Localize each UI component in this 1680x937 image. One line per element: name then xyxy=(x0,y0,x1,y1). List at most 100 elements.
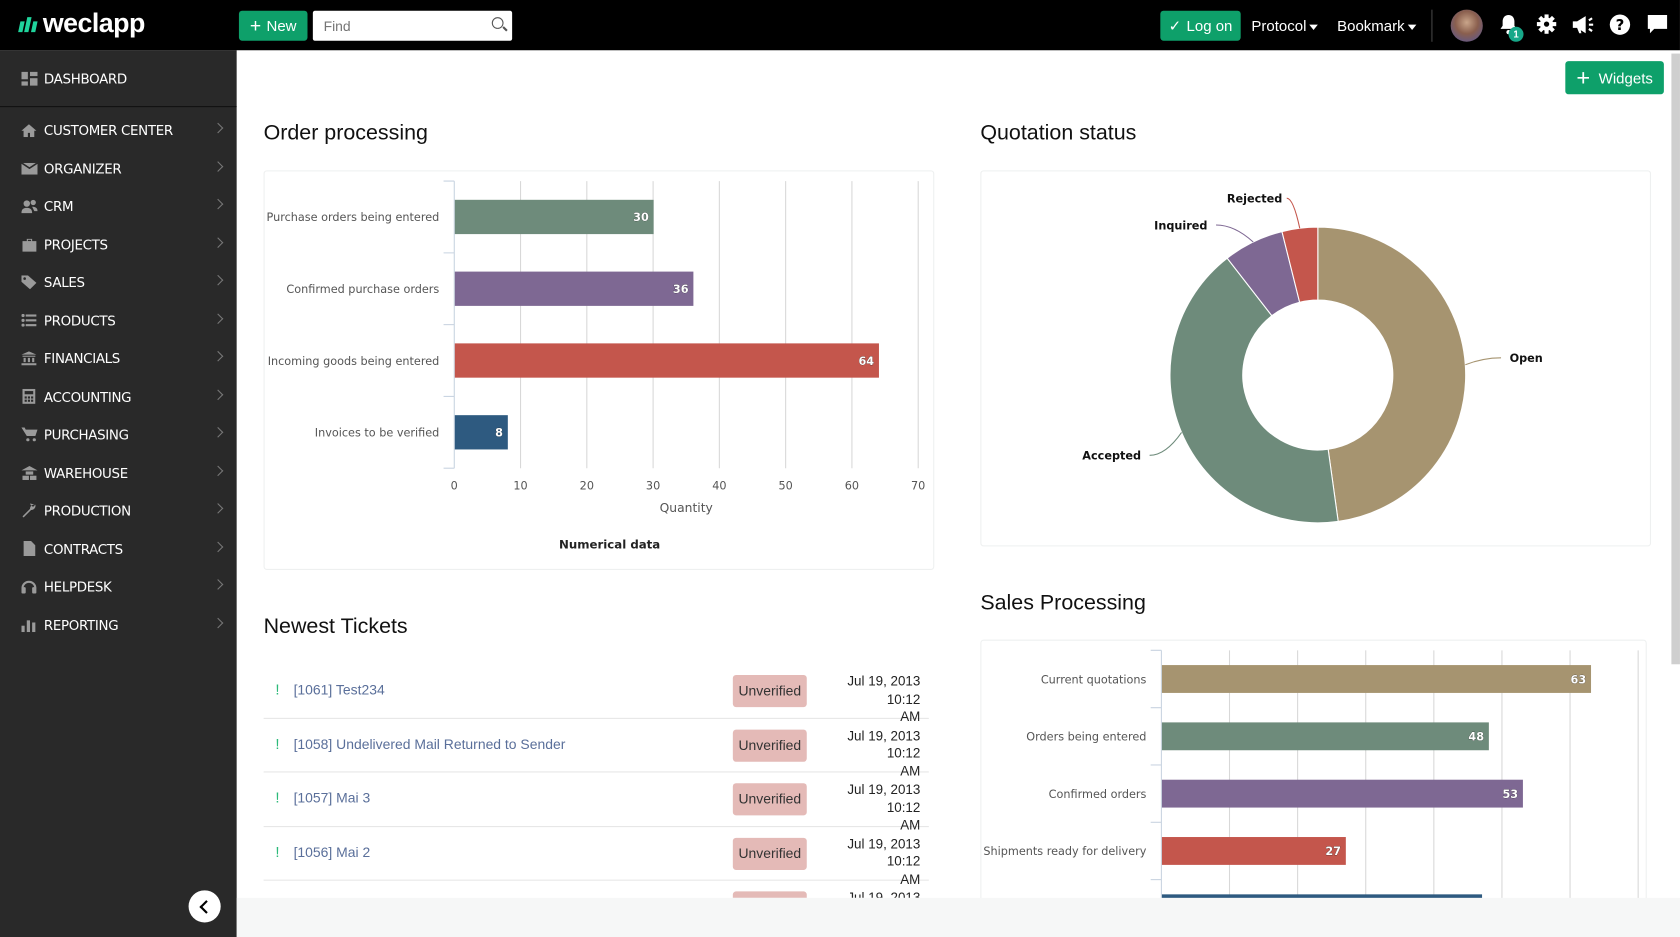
users-icon xyxy=(20,199,37,214)
x-tick-label: 10 xyxy=(513,480,527,493)
search-input[interactable] xyxy=(321,10,487,41)
ticket-row[interactable]: ! [1058] Undelivered Mail Returned to Sen… xyxy=(263,718,929,778)
ticket-status-badge: Unverified xyxy=(732,729,807,762)
sidebar-item-production[interactable]: PRODUCTION xyxy=(0,492,237,530)
scrollbar[interactable] xyxy=(1671,53,1680,665)
ticket-date-line: Jul 19, 2013 10:12 xyxy=(847,728,921,761)
slice-label: Inquired xyxy=(1154,219,1207,232)
sidebar-item-products[interactable]: PRODUCTS xyxy=(0,302,237,340)
svg-text:?: ? xyxy=(1616,16,1625,34)
category-label: Incoming goods being entered xyxy=(268,355,440,368)
ticket-title-link[interactable]: [1057] Mai 3 xyxy=(294,790,371,806)
weclapp-logo[interactable]: weclapp xyxy=(18,9,145,40)
slice-label: Open xyxy=(1510,352,1543,365)
x-tick-label: 50 xyxy=(778,480,792,493)
bookmark-dropdown[interactable]: Bookmark xyxy=(1337,17,1417,34)
priority-icon: ! xyxy=(275,734,280,752)
ticket-date-line: Jul 19, 2013 10:12 xyxy=(847,890,921,898)
search-icon[interactable] xyxy=(491,17,504,29)
data-label: 64 xyxy=(858,355,874,368)
ticket-title-link[interactable]: [1058] Undelivered Mail Returned to Send… xyxy=(294,736,566,752)
connector-line xyxy=(1286,197,1301,229)
home-icon xyxy=(20,123,37,138)
log-on-button[interactable]: ✓ Log on xyxy=(1160,10,1241,41)
protocol-dropdown[interactable]: Protocol xyxy=(1251,17,1319,34)
quotation-status-chart: Open Accepted Inquired Rejected xyxy=(1082,192,1543,524)
chat-icon[interactable] xyxy=(1647,14,1668,35)
data-label: 30 xyxy=(633,211,649,224)
ticket-row[interactable]: ![1055] ...UnverifiedJul 19, 2013 10:12A… xyxy=(264,881,929,898)
megaphone-icon[interactable] xyxy=(1572,14,1594,35)
headset-icon xyxy=(20,579,37,594)
connector-line xyxy=(1149,432,1183,456)
ticket-row[interactable]: ! [1057] Mai 3 Unverified Jul 19, 2013 10:1… xyxy=(263,772,929,832)
new-button-label: New xyxy=(266,17,297,35)
chevron-right-icon xyxy=(212,160,224,172)
chevron-right-icon xyxy=(212,617,224,628)
bar xyxy=(454,271,694,306)
ticket-status-badge: Unverified xyxy=(732,783,807,816)
sidebar-item-helpdesk[interactable]: HELPDESK xyxy=(0,568,237,606)
newest-tickets-title: Newest Tickets xyxy=(263,614,408,639)
sidebar-item-warehouse[interactable]: WAREHOUSE xyxy=(0,454,237,492)
ticket-title-link[interactable]: [1061] Test234 xyxy=(294,681,385,697)
wrench-icon xyxy=(20,503,37,518)
chevron-right-icon xyxy=(212,465,224,476)
connector-line xyxy=(1216,224,1254,243)
chart-footer-label: Numerical data xyxy=(559,538,660,552)
sidebar-item-label: CONTRACTS xyxy=(43,540,123,557)
x-tick-label: 0 xyxy=(451,480,458,493)
category-label: Confirmed orders xyxy=(1049,788,1147,801)
bar xyxy=(1161,722,1489,751)
sidebar-item-label: ORGANIZER xyxy=(43,160,122,177)
ticket-list: ! [1061] Test234 Unverified Jul 19, 2013 10… xyxy=(263,664,929,898)
sidebar-item-label: REPORTING xyxy=(43,616,119,633)
help-icon[interactable]: ? xyxy=(1609,14,1631,35)
sidebar-item-label: CUSTOMER CENTER xyxy=(43,122,173,139)
briefcase-icon xyxy=(20,237,37,252)
add-widgets-button[interactable]: + Widgets xyxy=(1565,61,1664,95)
tag-icon xyxy=(20,275,37,290)
sidebar-item-accounting[interactable]: ACCOUNTING xyxy=(0,378,237,416)
sidebar-item-label: ACCOUNTING xyxy=(43,388,132,405)
chevron-right-icon xyxy=(212,427,224,438)
ticket-row[interactable]: ! [1056] Mai 2 Unverified Jul 19, 2013 10:1… xyxy=(263,827,929,887)
sidebar-item-organizer[interactable]: ORGANIZER xyxy=(0,149,237,187)
chevron-right-icon xyxy=(212,350,224,362)
sidebar-item-contracts[interactable]: CONTRACTS xyxy=(0,530,237,568)
sidebar-item-reporting[interactable]: REPORTING xyxy=(0,606,237,644)
ticket-row[interactable]: ! [1061] Test234 Unverified Jul 19, 2013 10… xyxy=(263,664,929,724)
dashboard-icon xyxy=(20,71,37,86)
logo-mark-icon xyxy=(18,16,38,32)
category-label: Shipments ready for delivery xyxy=(983,845,1146,858)
collapse-sidebar-button[interactable] xyxy=(188,890,221,923)
sidebar-item-crm[interactable]: CRM xyxy=(0,187,237,225)
user-avatar[interactable] xyxy=(1450,9,1483,42)
priority-icon: ! xyxy=(275,788,280,806)
sidebar-item-label: CRM xyxy=(43,198,74,215)
search-box xyxy=(312,10,513,41)
data-label: 8 xyxy=(495,427,503,440)
ticket-title-link[interactable]: [1056] Mai 2 xyxy=(294,844,371,860)
calculator-icon xyxy=(20,389,37,405)
top-bar: weclapp + New ✓ Log on Protocol Bookmark… xyxy=(0,0,1680,51)
sidebar-item-customer-center[interactable]: CUSTOMER CENTER xyxy=(0,111,237,149)
bar xyxy=(1161,665,1592,693)
file-icon xyxy=(20,541,37,557)
gear-icon[interactable] xyxy=(1536,14,1557,35)
x-tick-label: 60 xyxy=(845,480,859,493)
chevron-right-icon xyxy=(212,236,224,248)
sidebar-item-sales[interactable]: SALES xyxy=(0,264,237,302)
sidebar-item-label: WAREHOUSE xyxy=(43,464,128,481)
sidebar-item-financials[interactable]: FINANCIALS xyxy=(0,340,237,378)
quotation-status-widget: Open Accepted Inquired Rejected xyxy=(980,170,1652,547)
sidebar-item-projects[interactable]: PROJECTS xyxy=(0,226,237,264)
chevron-right-icon xyxy=(212,541,224,552)
x-axis-title: Quantity xyxy=(660,501,713,515)
sidebar-item-dashboard[interactable]: DASHBOARD xyxy=(0,50,237,108)
list-icon xyxy=(20,313,37,328)
category-label: Purchase orders being entered xyxy=(267,211,440,224)
category-label: Confirmed purchase orders xyxy=(286,283,439,296)
sidebar-item-purchasing[interactable]: PURCHASING xyxy=(0,416,237,454)
new-button[interactable]: + New xyxy=(238,10,308,41)
